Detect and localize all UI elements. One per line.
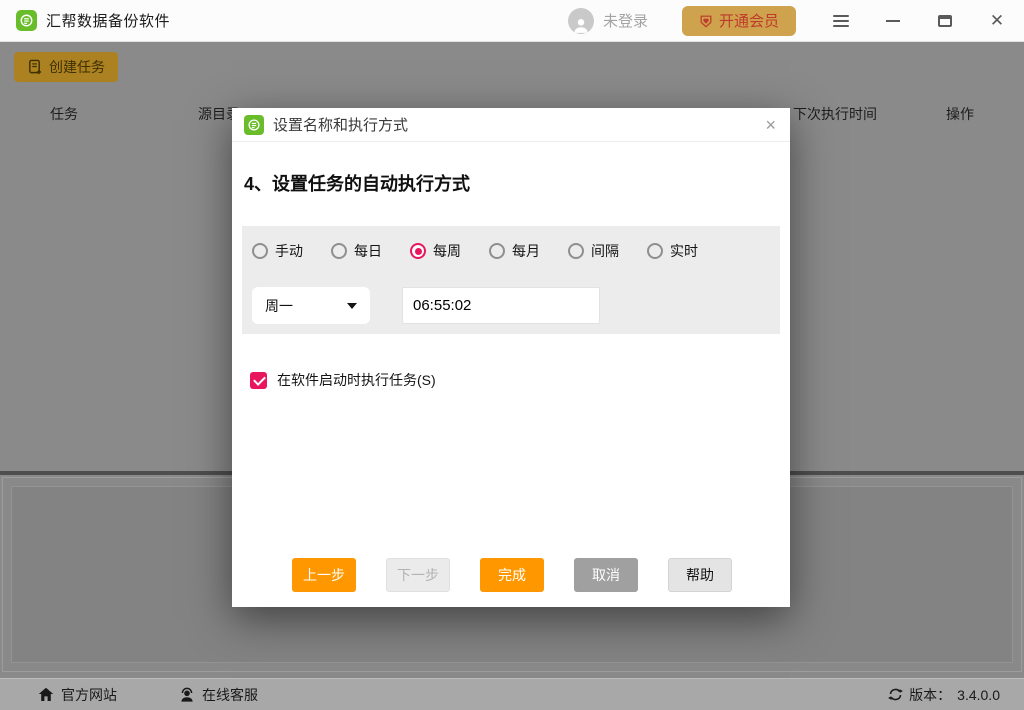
radio-circle-icon: [489, 243, 505, 259]
update-refresh-icon: [888, 687, 903, 702]
minimize-icon[interactable]: [884, 12, 902, 30]
schedule-mode-group: 手动 每日 每周 每月 间隔 实时: [242, 226, 780, 261]
maximize-icon[interactable]: [936, 12, 954, 30]
step-heading: 4、设置任务的自动执行方式: [244, 170, 790, 196]
login-status[interactable]: 未登录: [568, 8, 648, 34]
dialog-title: 设置名称和执行方式: [273, 114, 408, 135]
online-support-link[interactable]: 在线客服: [179, 685, 258, 705]
dialog-logo-icon: [244, 115, 264, 135]
document-plus-icon: [27, 59, 42, 75]
status-bar: 官方网站 在线客服 版本： 3.4.0.0: [0, 678, 1024, 710]
radio-circle-icon: [647, 243, 663, 259]
app-logo-icon: [16, 10, 37, 31]
dialog-close-icon[interactable]: ×: [765, 116, 776, 134]
home-icon: [38, 687, 54, 702]
radio-manual[interactable]: 手动: [252, 241, 303, 261]
time-input[interactable]: [402, 287, 600, 324]
title-bar: 汇帮数据备份软件 未登录 开通会员 ✕: [0, 0, 1024, 42]
radio-circle-icon: [568, 243, 584, 259]
weekday-select-value: 周一: [265, 296, 293, 316]
radio-circle-icon: [331, 243, 347, 259]
radio-daily[interactable]: 每日: [331, 241, 382, 261]
column-header-next-run: 下次执行时间: [793, 104, 877, 124]
column-header-task: 任务: [50, 104, 78, 124]
checkbox-checked-icon: [250, 372, 267, 389]
radio-realtime[interactable]: 实时: [647, 241, 698, 261]
close-window-icon[interactable]: ✕: [988, 12, 1006, 30]
login-status-label: 未登录: [603, 10, 648, 31]
official-site-label: 官方网站: [61, 685, 117, 705]
schedule-panel: 手动 每日 每周 每月 间隔 实时: [242, 226, 780, 334]
radio-circle-icon: [252, 243, 268, 259]
open-membership-button[interactable]: 开通会员: [682, 6, 796, 36]
open-membership-label: 开通会员: [719, 10, 779, 31]
version-value: 3.4.0.0: [957, 687, 1000, 703]
schedule-setup-dialog: 设置名称和执行方式 × 4、设置任务的自动执行方式 手动 每日 每周 每月: [232, 108, 790, 607]
finish-button[interactable]: 完成: [480, 558, 544, 592]
weekday-select[interactable]: 周一: [252, 287, 370, 324]
cancel-button[interactable]: 取消: [574, 558, 638, 592]
prev-step-button[interactable]: 上一步: [292, 558, 356, 592]
run-on-startup-checkbox[interactable]: 在软件启动时执行任务(S): [250, 370, 790, 390]
app-title: 汇帮数据备份软件: [46, 10, 170, 31]
column-header-actions: 操作: [946, 104, 974, 124]
radio-circle-icon: [410, 243, 426, 259]
create-task-button[interactable]: 创建任务: [14, 52, 118, 82]
support-agent-icon: [179, 687, 195, 703]
next-step-button[interactable]: 下一步: [386, 558, 450, 592]
user-avatar-icon: [568, 8, 594, 34]
heart-badge-icon: [699, 14, 713, 28]
run-on-startup-label: 在软件启动时执行任务(S): [277, 370, 436, 390]
radio-weekly[interactable]: 每周: [410, 241, 461, 261]
radio-monthly[interactable]: 每月: [489, 241, 540, 261]
online-support-label: 在线客服: [202, 685, 258, 705]
help-button[interactable]: 帮助: [668, 558, 732, 592]
menu-icon[interactable]: [832, 12, 850, 30]
create-task-label: 创建任务: [49, 57, 105, 77]
wizard-buttons: 上一步 下一步 完成 取消 帮助: [292, 558, 732, 592]
version-info: 版本： 3.4.0.0: [888, 685, 1000, 705]
dialog-header: 设置名称和执行方式 ×: [232, 108, 790, 142]
radio-interval[interactable]: 间隔: [568, 241, 619, 261]
official-site-link[interactable]: 官方网站: [38, 685, 117, 705]
chevron-down-icon: [347, 303, 357, 309]
version-label: 版本：: [909, 685, 951, 705]
